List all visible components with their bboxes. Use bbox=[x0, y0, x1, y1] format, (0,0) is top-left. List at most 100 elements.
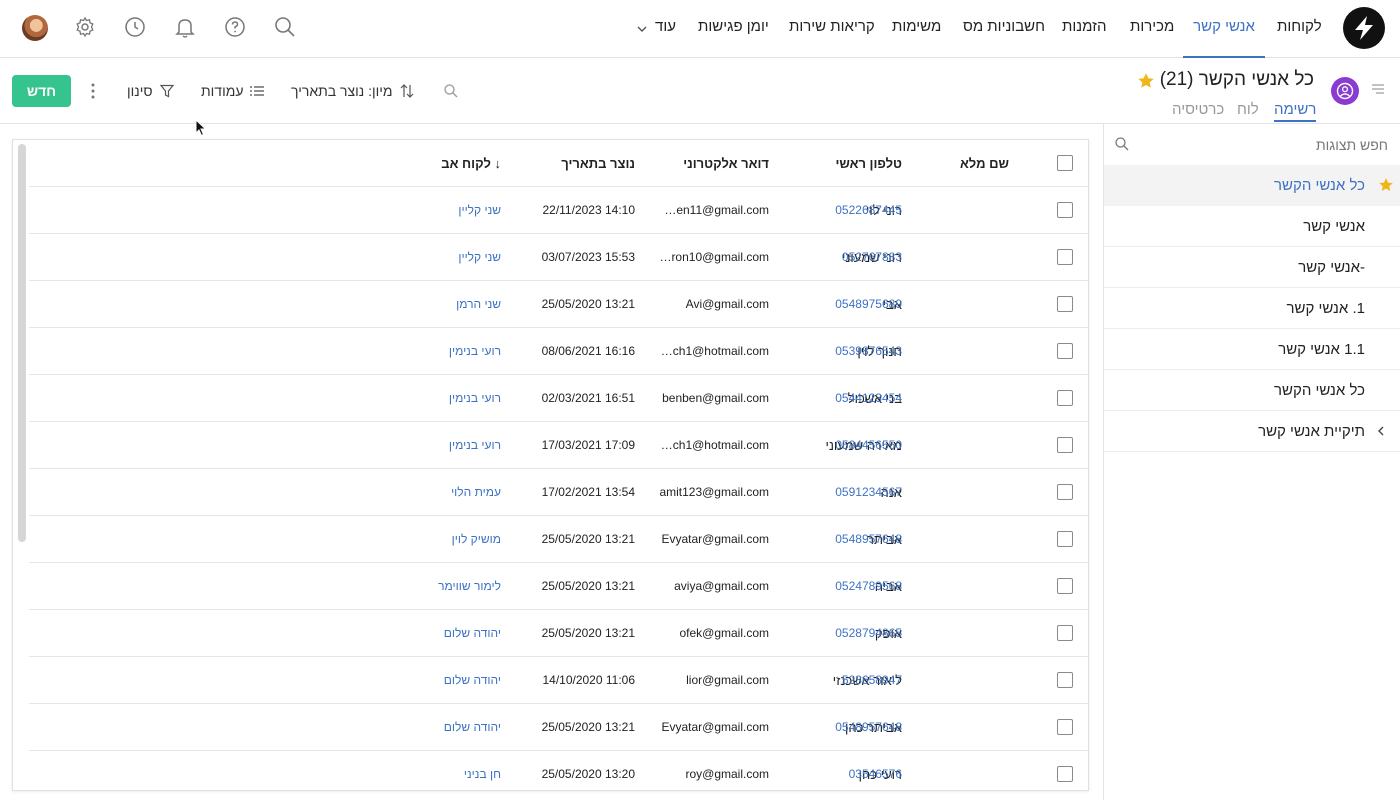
cell-phone-link[interactable]: 0539876543 bbox=[835, 344, 902, 358]
search-icon[interactable] bbox=[1114, 136, 1130, 152]
table-scrollbar[interactable] bbox=[18, 144, 26, 542]
column-header-email[interactable]: דואר אלקטרוני bbox=[683, 156, 769, 171]
row-checkbox[interactable] bbox=[1057, 202, 1073, 218]
cell-phone-link[interactable]: 03546576 bbox=[849, 767, 902, 781]
cell-parent-customer-link[interactable]: יהודה שלום bbox=[444, 626, 501, 640]
column-header-created[interactable]: נוצר בתאריך bbox=[561, 156, 635, 171]
row-checkbox[interactable] bbox=[1057, 343, 1073, 359]
column-header-phone[interactable]: טלפון ראשי bbox=[835, 156, 902, 171]
sidebar-item-contacts[interactable]: אנשי קשר bbox=[1104, 206, 1400, 247]
cell-parent-customer-link[interactable]: רועי בנימין bbox=[449, 344, 501, 358]
table-row[interactable]: אבי 0548975689 Avi@gmail.com 25/05/2020 13:… bbox=[29, 281, 1088, 328]
cell-phone-link[interactable]: 0591234567 bbox=[835, 485, 902, 499]
table-row[interactable]: אנה 0591234567 amit123@gmail.com 17/02/2021… bbox=[29, 469, 1088, 516]
cell-parent-customer-link[interactable]: חן בניני bbox=[464, 767, 501, 781]
cell-parent-customer-link[interactable]: יהודה שלום bbox=[444, 673, 501, 687]
sidebar-item-all-contacts-2[interactable]: כל אנשי הקשר bbox=[1104, 370, 1400, 411]
cell-parent-customer-link[interactable]: עמית הלוי bbox=[451, 485, 501, 499]
search-icon[interactable] bbox=[273, 15, 297, 39]
table-row[interactable]: חנוך לוין 0539876543 …ch1@hotmail.com 08/06… bbox=[29, 328, 1088, 375]
column-header-name[interactable]: שם מלא bbox=[960, 156, 1009, 171]
cell-parent-customer-link[interactable]: יהודה שלום bbox=[444, 720, 501, 734]
row-checkbox[interactable] bbox=[1057, 531, 1073, 547]
row-checkbox[interactable] bbox=[1057, 437, 1073, 453]
nav-item-invoices[interactable]: חשבוניות מס bbox=[963, 0, 1045, 58]
table-row[interactable]: אופק 0528794865 ofek@gmail.com 25/05/2020 1… bbox=[29, 610, 1088, 657]
chevron-down-icon[interactable] bbox=[636, 24, 648, 34]
cell-phone-link[interactable]: 0522687445 bbox=[835, 203, 902, 217]
help-icon[interactable] bbox=[223, 15, 247, 39]
row-checkbox[interactable] bbox=[1057, 766, 1073, 782]
cell-parent-customer-link[interactable]: מושיק לוין bbox=[452, 532, 501, 546]
sidebar-item-contacts-1[interactable]: 1. אנשי קשר bbox=[1104, 288, 1400, 329]
table-search-icon[interactable] bbox=[443, 83, 459, 99]
table-row[interactable]: ליאור אשכנזי 523658947 lior@gmail.com 14/10… bbox=[29, 657, 1088, 704]
new-button[interactable]: חדש bbox=[12, 75, 71, 107]
row-checkbox[interactable] bbox=[1057, 625, 1073, 641]
views-sidebar: כל אנשי הקשר אנשי קשר -אנשי קשר 1. אנשי … bbox=[1103, 124, 1400, 800]
cell-parent-customer-link[interactable]: שני הרמן bbox=[456, 297, 501, 311]
nav-item-sales[interactable]: מכירות bbox=[1130, 0, 1174, 58]
cell-phone-link[interactable]: 0548975689 bbox=[835, 297, 902, 311]
cell-phone-link[interactable]: 0584456550 bbox=[835, 438, 902, 452]
column-header-parent-customer[interactable]: ↓ לקוח אב bbox=[441, 156, 501, 171]
cell-phone-link[interactable]: 0528794865 bbox=[835, 626, 902, 640]
cell-parent-customer-link[interactable]: שני קליין bbox=[458, 203, 501, 217]
sidebar-item-contacts-dash[interactable]: -אנשי קשר bbox=[1104, 247, 1400, 288]
cell-parent-customer-link[interactable]: לימור שווימר bbox=[438, 579, 501, 593]
row-checkbox[interactable] bbox=[1057, 390, 1073, 406]
gear-icon[interactable] bbox=[73, 15, 97, 39]
cell-phone-link[interactable]: 523658947 bbox=[842, 673, 902, 687]
columns-button[interactable]: עמודות bbox=[201, 82, 265, 100]
tab-board[interactable]: לוח bbox=[1237, 101, 1259, 120]
user-avatar[interactable] bbox=[22, 15, 48, 41]
nav-item-more[interactable]: עוד bbox=[655, 0, 676, 58]
table-row[interactable]: רועי כהן 03546576 roy@gmail.com 25/05/2020 … bbox=[29, 751, 1088, 790]
table-row[interactable]: בני אשכול 0544123454 benben@gmail.com 02/03… bbox=[29, 375, 1088, 422]
row-checkbox[interactable] bbox=[1057, 249, 1073, 265]
table-row[interactable]: אביתר כהן 0548957648 Evyatar@gmail.com 25/0… bbox=[29, 704, 1088, 751]
tab-card[interactable]: כרטיסיה bbox=[1172, 101, 1224, 120]
table-row[interactable]: אביתר 0548957648 Evyatar@gmail.com 25/05/20… bbox=[29, 516, 1088, 563]
nav-item-tasks[interactable]: משימות bbox=[892, 0, 941, 58]
sidebar-item-contacts-folder[interactable]: תיקיית אנשי קשר bbox=[1104, 411, 1400, 452]
nav-item-contacts[interactable]: אנשי קשר bbox=[1183, 0, 1265, 58]
cell-phone-link[interactable]: 0524789568 bbox=[835, 579, 902, 593]
cell-phone-link[interactable]: 0544123454 bbox=[835, 391, 902, 405]
table-row[interactable]: רוני לוי 0522687445 …en11@gmail.com 22/11/2… bbox=[29, 187, 1088, 234]
cell-parent-customer-link[interactable]: רועי בנימין bbox=[449, 391, 501, 405]
nav-item-calendar[interactable]: יומן פגישות bbox=[698, 0, 769, 58]
sort-button[interactable]: מיון: נוצר בתאריך bbox=[291, 82, 415, 100]
row-checkbox[interactable] bbox=[1057, 578, 1073, 594]
sidebar-item-contacts-1-1[interactable]: 1.1 אנשי קשר bbox=[1104, 329, 1400, 370]
more-options-icon[interactable] bbox=[88, 82, 98, 100]
nav-item-service-calls[interactable]: קריאות שירות bbox=[789, 0, 875, 58]
sidebar-toggle-icon[interactable] bbox=[1371, 82, 1385, 96]
cell-parent-customer-link[interactable]: שני קליין bbox=[458, 250, 501, 264]
tab-list[interactable]: רשימה bbox=[1274, 101, 1317, 122]
table-row[interactable]: מאירה שמעוני 0584456550 …ch1@hotmail.com 17… bbox=[29, 422, 1088, 469]
columns-icon bbox=[250, 86, 265, 96]
row-checkbox[interactable] bbox=[1057, 672, 1073, 688]
bell-icon[interactable] bbox=[173, 15, 197, 39]
row-checkbox[interactable] bbox=[1057, 296, 1073, 312]
cell-phone-link[interactable]: 052767883 bbox=[842, 250, 902, 264]
filter-button[interactable]: סינון bbox=[127, 82, 175, 100]
table-row[interactable]: אביה 0524789568 aviya@gmail.com 25/05/2020 … bbox=[29, 563, 1088, 610]
app-logo[interactable] bbox=[1343, 7, 1385, 49]
row-checkbox[interactable] bbox=[1057, 484, 1073, 500]
cell-phone-link[interactable]: 0548957648 bbox=[835, 532, 902, 546]
sidebar-item-all-contacts[interactable]: כל אנשי הקשר bbox=[1104, 165, 1400, 206]
nav-item-orders[interactable]: הזמנות bbox=[1062, 0, 1106, 58]
nav-item-customers[interactable]: לקוחות bbox=[1277, 0, 1322, 58]
clock-icon[interactable] bbox=[123, 15, 147, 39]
cell-phone-link[interactable]: 0548957648 bbox=[835, 720, 902, 734]
select-all-checkbox[interactable] bbox=[1057, 155, 1073, 171]
views-search-input[interactable] bbox=[1138, 134, 1388, 156]
chevron-left-icon[interactable] bbox=[1376, 425, 1386, 437]
row-checkbox[interactable] bbox=[1057, 719, 1073, 735]
star-icon[interactable] bbox=[1378, 177, 1394, 193]
favorite-star-icon[interactable] bbox=[1137, 72, 1155, 90]
table-row[interactable]: רוני שמעוני 052767883 …ron10@gmail.com 03/0… bbox=[29, 234, 1088, 281]
cell-parent-customer-link[interactable]: רועי בנימין bbox=[449, 438, 501, 452]
